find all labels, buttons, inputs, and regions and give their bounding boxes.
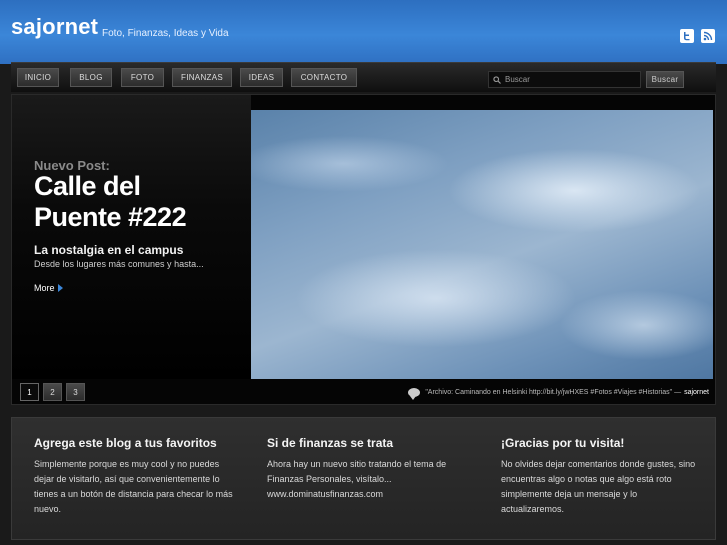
nav-item-foto[interactable]: FOTO xyxy=(121,68,164,87)
search-icon xyxy=(493,75,501,84)
search-button[interactable]: Buscar xyxy=(646,71,684,88)
pager-button-2[interactable]: 2 xyxy=(43,383,62,401)
widget-gracias: ¡Gracias por tu visita! No olvides dejar… xyxy=(501,436,701,517)
nav-item-blog[interactable]: BLOG xyxy=(70,68,112,87)
widget-body: No olvides dejar comentarios donde guste… xyxy=(501,459,696,514)
search-input[interactable] xyxy=(505,75,635,84)
footer-widgets: Agrega este blog a tus favoritos Simplem… xyxy=(11,417,716,540)
widget-title: Agrega este blog a tus favoritos xyxy=(34,436,217,450)
featured-text-panel: Nuevo Post: Calle del Puente #222 La nos… xyxy=(12,95,251,379)
main-nav: INICIO BLOG FOTO FINANZAS IDEAS CONTACTO… xyxy=(11,62,716,92)
site-tagline: Foto, Finanzas, Ideas y Vida xyxy=(102,28,229,39)
featured-post-title[interactable]: Calle del Puente #222 xyxy=(34,171,234,233)
arrow-right-icon xyxy=(57,284,63,292)
nav-item-contacto[interactable]: CONTACTO xyxy=(291,68,357,87)
widget-title: ¡Gracias por tu visita! xyxy=(501,436,625,450)
featured-slider: Nuevo Post: Calle del Puente #222 La nos… xyxy=(11,94,716,405)
pager-button-3[interactable]: 3 xyxy=(66,383,85,401)
latest-tweet: "Archivo: Caminando en Helsinki http://b… xyxy=(379,385,709,400)
speech-bubble-icon xyxy=(408,387,421,400)
nav-item-inicio[interactable]: INICIO xyxy=(17,68,59,87)
more-link[interactable]: More xyxy=(34,283,63,293)
widget-title: Si de finanzas se trata xyxy=(267,436,394,450)
nav-item-ideas[interactable]: IDEAS xyxy=(240,68,283,87)
nav-item-finanzas[interactable]: FINANZAS xyxy=(172,68,232,87)
more-link-label: More xyxy=(34,283,55,293)
tweet-author[interactable]: sajornet xyxy=(684,389,709,396)
featured-subtitle[interactable]: La nostalgia en el campus xyxy=(34,243,183,257)
site-title[interactable]: sajornet xyxy=(11,14,98,40)
widget-body: Ahora hay un nuevo sitio tratando el tem… xyxy=(267,459,447,499)
widget-favorites: Agrega este blog a tus favoritos Simplem… xyxy=(34,436,234,517)
site-header: sajornet Foto, Finanzas, Ideas y Vida xyxy=(0,0,727,64)
rss-icon[interactable] xyxy=(701,29,715,43)
twitter-icon[interactable] xyxy=(680,29,694,43)
widget-finanzas: Si de finanzas se trata Ahora hay un nue… xyxy=(267,436,457,502)
pager-button-1[interactable]: 1 xyxy=(20,383,39,401)
widget-body: Simplemente porque es muy cool y no pued… xyxy=(34,459,233,514)
search-box xyxy=(488,71,641,88)
featured-image[interactable] xyxy=(251,110,713,379)
tweet-text[interactable]: "Archivo: Caminando en Helsinki http://b… xyxy=(425,389,681,396)
featured-excerpt: Desde los lugares más comunes y hasta... xyxy=(34,259,204,269)
